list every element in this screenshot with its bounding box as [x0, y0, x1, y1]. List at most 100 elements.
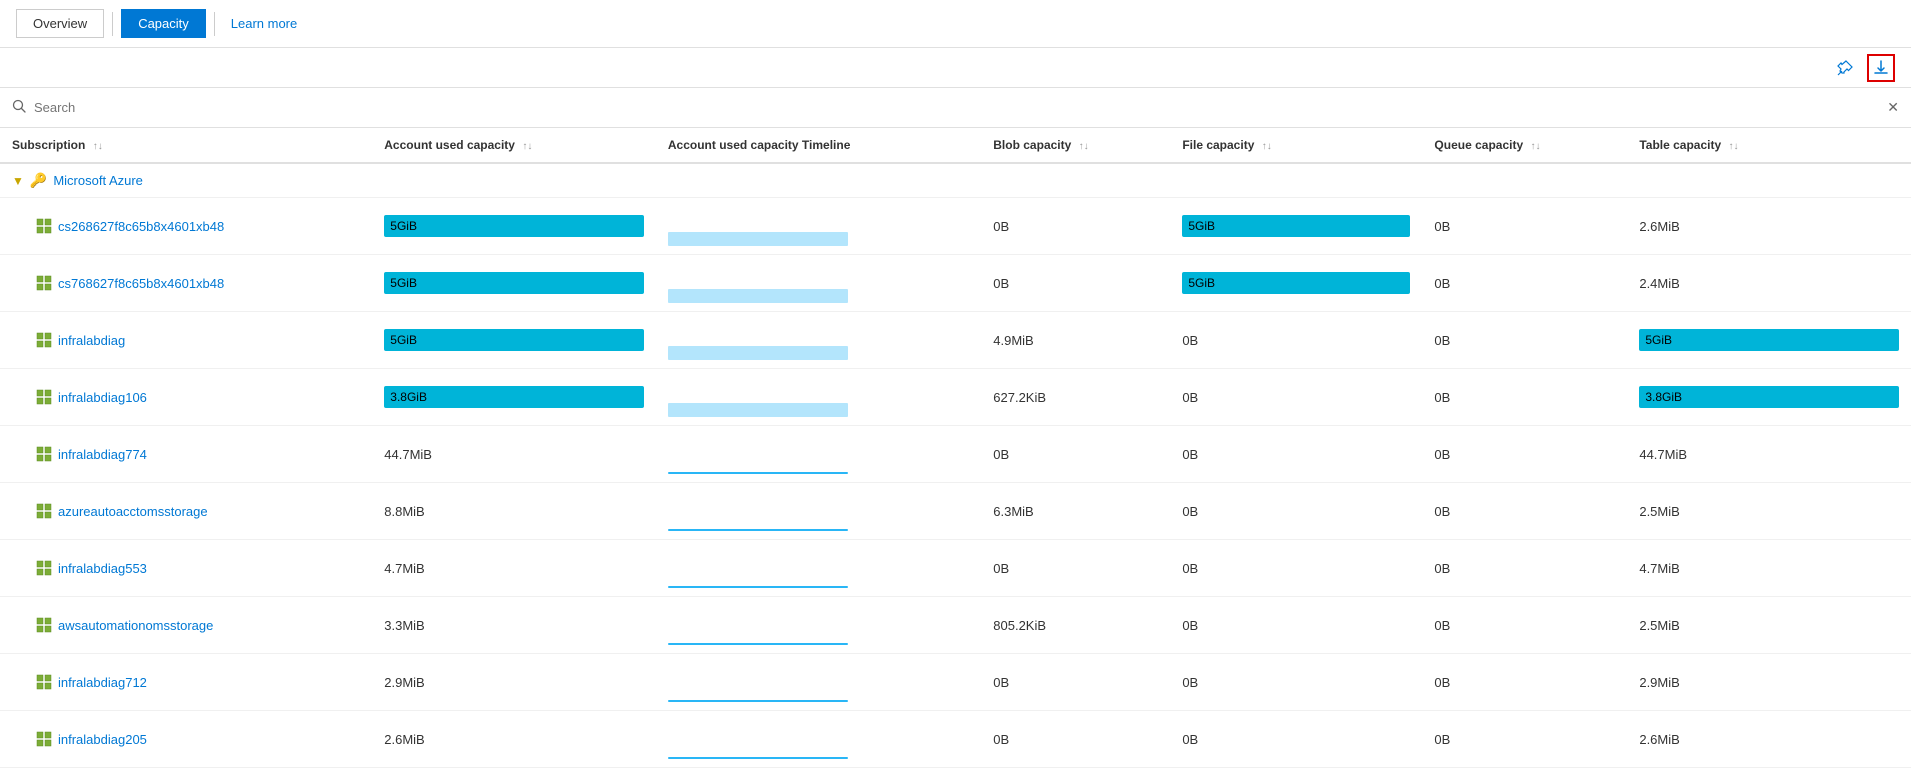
table-capacity-cell: 2.9MiB — [1627, 654, 1911, 711]
blob-capacity-cell: 0B — [981, 198, 1170, 255]
col-header-timeline[interactable]: Account used capacity Timeline — [656, 128, 981, 163]
subscription-link[interactable]: cs268627f8c65b8x4601xb48 — [58, 219, 224, 234]
capacity-bar: 5GiB — [384, 215, 644, 237]
timeline-cell — [656, 540, 981, 597]
blob-capacity-cell: 0B — [981, 654, 1170, 711]
table-capacity-cell: 5GiB — [1627, 312, 1911, 369]
capacity-value: 44.7MiB — [384, 447, 432, 462]
storage-icon — [36, 275, 52, 291]
download-icon — [1873, 60, 1889, 76]
timeline-cell — [656, 597, 981, 654]
file-capacity-cell: 0B — [1170, 426, 1422, 483]
storage-icon — [36, 731, 52, 747]
subscription-link[interactable]: infralabdiag712 — [58, 675, 147, 690]
search-input[interactable] — [34, 100, 1879, 115]
capacity-bar: 5GiB — [384, 272, 644, 294]
col-header-blob[interactable]: Blob capacity ↑↓ — [981, 128, 1170, 163]
table-row: infralabdiag106 3.8GiB 627.2KiB0B0B3.8Gi… — [0, 369, 1911, 426]
col-header-table[interactable]: Table capacity ↑↓ — [1627, 128, 1911, 163]
timeline-cell — [656, 198, 981, 255]
capacity-table: Subscription ↑↓ Account used capacity ↑↓… — [0, 128, 1911, 768]
timeline-bar — [668, 289, 848, 303]
timeline-cell — [656, 369, 981, 426]
capacity-value: 2.6MiB — [384, 732, 424, 747]
timeline-bar — [668, 346, 848, 360]
subscription-link[interactable]: infralabdiag205 — [58, 732, 147, 747]
table-row: infralabdiag 5GiB 4.9MiB0B0B5GiB — [0, 312, 1911, 369]
pin-button[interactable] — [1831, 54, 1859, 82]
sort-icon-table: ↑↓ — [1729, 141, 1739, 152]
capacity-value: 3.3MiB — [384, 618, 424, 633]
subscription-link[interactable]: infralabdiag106 — [58, 390, 147, 405]
queue-capacity-cell: 0B — [1422, 597, 1627, 654]
account-used-capacity-cell: 8.8MiB — [372, 483, 656, 540]
subscription-link[interactable]: awsautomationomsstorage — [58, 618, 213, 633]
sort-icon-subscription: ↑↓ — [93, 141, 103, 152]
timeline-bar-container — [668, 719, 848, 759]
blob-capacity-cell: 805.2KiB — [981, 597, 1170, 654]
account-used-capacity-cell: 5GiB — [372, 198, 656, 255]
blob-capacity-cell: 4.9MiB — [981, 312, 1170, 369]
queue-capacity-cell: 0B — [1422, 312, 1627, 369]
col-header-subscription[interactable]: Subscription ↑↓ — [0, 128, 372, 163]
file-capacity-cell: 0B — [1170, 483, 1422, 540]
learn-more-link[interactable]: Learn more — [223, 10, 305, 37]
search-icon — [12, 99, 26, 116]
timeline-cell — [656, 483, 981, 540]
timeline-cell — [656, 426, 981, 483]
col-header-file[interactable]: File capacity ↑↓ — [1170, 128, 1422, 163]
capacity-value: 8.8MiB — [384, 504, 424, 519]
account-used-capacity-cell: 2.6MiB — [372, 711, 656, 768]
timeline-bar — [668, 403, 848, 417]
account-used-capacity-cell: 2.9MiB — [372, 654, 656, 711]
account-used-capacity-cell: 4.7MiB — [372, 540, 656, 597]
pin-icon — [1837, 60, 1853, 76]
group-row-microsoft-azure[interactable]: ▼ 🔑 Microsoft Azure — [0, 163, 1911, 198]
file-capacity-cell: 5GiB — [1170, 198, 1422, 255]
subscription-link[interactable]: infralabdiag — [58, 333, 125, 348]
queue-capacity-cell: 0B — [1422, 255, 1627, 312]
file-capacity-cell: 0B — [1170, 312, 1422, 369]
timeline-bar-container — [668, 206, 848, 246]
toolbar — [0, 48, 1911, 88]
search-clear-button[interactable]: ✕ — [1887, 99, 1899, 116]
key-icon: 🔑 — [30, 172, 47, 189]
col-header-queue[interactable]: Queue capacity ↑↓ — [1422, 128, 1627, 163]
storage-icon — [36, 617, 52, 633]
timeline-line — [668, 529, 848, 531]
storage-icon — [36, 332, 52, 348]
file-capacity-cell: 5GiB — [1170, 255, 1422, 312]
capacity-bar: 3.8GiB — [384, 386, 644, 408]
subscription-link[interactable]: infralabdiag774 — [58, 447, 147, 462]
sort-icon-blob: ↑↓ — [1079, 141, 1089, 152]
subscription-link[interactable]: cs768627f8c65b8x4601xb48 — [58, 276, 224, 291]
table-capacity-cell: 3.8GiB — [1627, 369, 1911, 426]
table-capacity-cell: 2.5MiB — [1627, 483, 1911, 540]
file-capacity-cell: 0B — [1170, 711, 1422, 768]
timeline-line — [668, 700, 848, 702]
table-header-row: Subscription ↑↓ Account used capacity ↑↓… — [0, 128, 1911, 163]
timeline-bar-container — [668, 434, 848, 474]
nav-separator-1 — [112, 12, 113, 36]
queue-capacity-cell: 0B — [1422, 483, 1627, 540]
storage-icon — [36, 218, 52, 234]
blob-capacity-cell: 6.3MiB — [981, 483, 1170, 540]
timeline-cell — [656, 654, 981, 711]
subscription-link[interactable]: infralabdiag553 — [58, 561, 147, 576]
table-container: Subscription ↑↓ Account used capacity ↑↓… — [0, 128, 1911, 768]
file-capacity-cell: 0B — [1170, 369, 1422, 426]
storage-icon — [36, 560, 52, 576]
group-label-text[interactable]: Microsoft Azure — [53, 173, 143, 188]
col-header-account-used[interactable]: Account used capacity ↑↓ — [372, 128, 656, 163]
subscription-link[interactable]: azureautoacctomsstorage — [58, 504, 208, 519]
timeline-bar-container — [668, 263, 848, 303]
timeline-line — [668, 472, 848, 474]
download-button[interactable] — [1867, 54, 1895, 82]
queue-capacity-cell: 0B — [1422, 654, 1627, 711]
capacity-button[interactable]: Capacity — [121, 9, 206, 38]
overview-button[interactable]: Overview — [16, 9, 104, 38]
file-capacity-cell: 0B — [1170, 654, 1422, 711]
account-used-capacity-cell: 44.7MiB — [372, 426, 656, 483]
blob-capacity-cell: 0B — [981, 426, 1170, 483]
capacity-value: 2.9MiB — [384, 675, 424, 690]
